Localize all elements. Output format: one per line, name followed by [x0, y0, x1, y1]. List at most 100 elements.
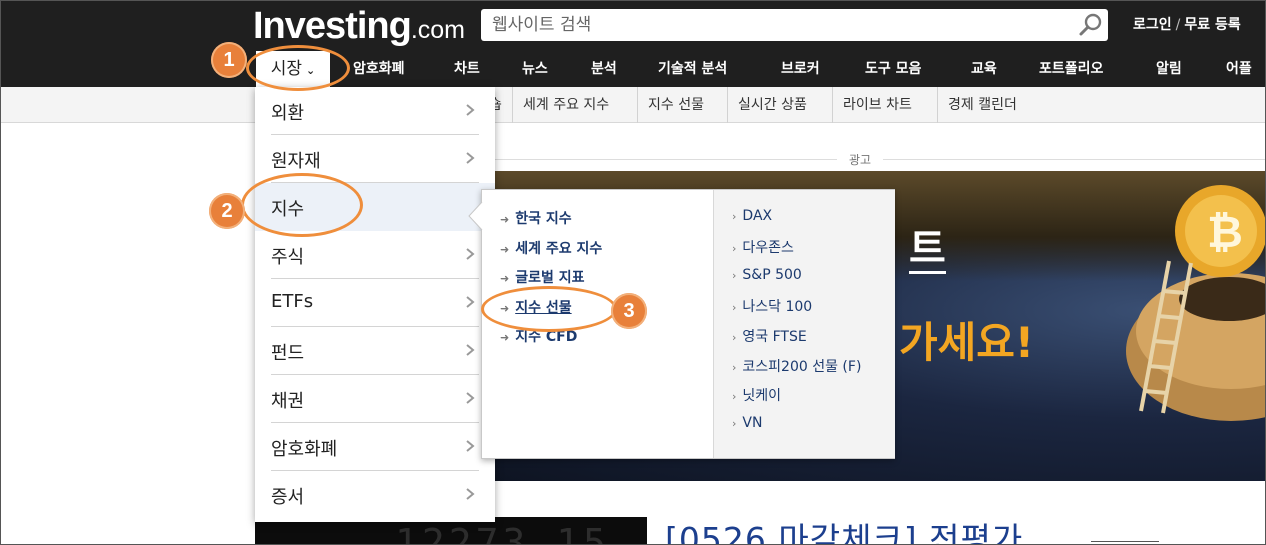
- market-dropdown: 외환 원자재 지수 주식 ETFs 펀드 채권 암호화폐 증서: [255, 87, 495, 522]
- chevron-right-icon: [463, 486, 477, 502]
- flyout-item-world-indices[interactable]: ➜ 세계 주요 지수: [500, 238, 602, 258]
- search-box: [481, 9, 1108, 41]
- svg-text:₿: ₿: [1207, 207, 1243, 258]
- search-icon[interactable]: [1078, 12, 1104, 38]
- logo-tld: .com: [410, 16, 465, 44]
- index-link-label: 다우존스: [742, 240, 794, 256]
- bitcoin-vault-illustration: ₿: [1111, 181, 1265, 431]
- annotation-badge-2: 2: [209, 193, 245, 229]
- site-header: Investing.com 로그인/무료 등록 시장⌄ 암호화폐 차트 뉴스 분…: [1, 1, 1265, 87]
- market-item-crypto[interactable]: 암호화폐: [271, 423, 479, 471]
- market-item-forex[interactable]: 외환: [271, 87, 479, 135]
- sub-nav-world-indices[interactable]: 세계 주요 지수: [512, 87, 619, 123]
- index-link-nikkei[interactable]: › 닛케이: [732, 385, 781, 405]
- chevron-right-icon: ›: [732, 361, 737, 374]
- nav-news[interactable]: 뉴스: [522, 51, 548, 87]
- index-link-label: 영국 FTSE: [742, 329, 807, 345]
- investing-logo[interactable]: Investing.com: [253, 5, 465, 48]
- market-item-certificates[interactable]: 증서: [271, 471, 479, 519]
- index-link-dow-jones[interactable]: › 다우존스: [732, 237, 794, 257]
- signup-link[interactable]: 무료 등록: [1184, 17, 1240, 33]
- nav-apps[interactable]: 어플: [1226, 51, 1252, 87]
- banner-cta: 가세요!: [899, 318, 1035, 367]
- chevron-right-icon: [463, 294, 477, 310]
- market-item-bonds[interactable]: 채권: [271, 375, 479, 423]
- main-nav: 시장 ⌄ 암호화폐 차트 뉴스 분석 기술적 분석 브로커 도구 모음 교육 포트…: [1, 51, 1265, 87]
- index-link-sp500[interactable]: › S&P 500: [732, 267, 802, 283]
- chevron-right-icon: [463, 102, 477, 118]
- nav-crypto[interactable]: 암호화폐: [353, 51, 405, 87]
- flyout-popular-indices: › DAX › 다우존스 › S&P 500 › 나스닥 100 › 영국 FTSE › 코…: [713, 190, 895, 458]
- arrow-right-icon: ➜: [500, 331, 510, 344]
- index-link-label: S&P 500: [742, 267, 802, 283]
- nav-tools[interactable]: 도구 모음: [865, 51, 921, 87]
- banner-title: 트: [909, 226, 946, 274]
- index-link-dax[interactable]: › DAX: [732, 208, 772, 224]
- index-link-vn[interactable]: › VN: [732, 415, 762, 431]
- index-link-kospi200-futures[interactable]: › 코스피200 선물 (F): [732, 356, 861, 376]
- nav-charts[interactable]: 차트: [454, 51, 480, 87]
- sub-nav-live-charts[interactable]: 라이브 차트: [832, 87, 922, 123]
- market-item-stocks[interactable]: 주식: [271, 231, 479, 279]
- market-item-label: 펀드: [271, 343, 305, 364]
- annotation-badge-3: 3: [611, 293, 647, 329]
- nav-brokers[interactable]: 브로커: [781, 51, 820, 87]
- chevron-right-icon: ›: [732, 301, 737, 314]
- ad-label: 광고: [837, 151, 884, 168]
- chevron-right-icon: ›: [732, 210, 737, 223]
- chevron-right-icon: [463, 342, 477, 358]
- news-headline[interactable]: [0526 마감체크] 전평가: [665, 513, 1023, 544]
- sub-nav-economic-calendar[interactable]: 경제 캘린더: [937, 87, 1027, 123]
- flyout-item-label: 한국 지수: [515, 211, 572, 227]
- index-link-label: 나스닥 100: [742, 299, 813, 315]
- index-link-label: DAX: [742, 208, 773, 224]
- nav-portfolio[interactable]: 포트폴리오: [1039, 51, 1103, 87]
- logo-brand: Investing: [253, 5, 412, 47]
- headline-divider: [1091, 541, 1159, 542]
- chevron-right-icon: [463, 246, 477, 262]
- chevron-right-icon: [463, 150, 477, 166]
- nav-alerts[interactable]: 알림: [1156, 51, 1182, 87]
- login-link[interactable]: 로그인: [1133, 17, 1172, 33]
- sub-nav-live-commodities[interactable]: 실시간 상품: [727, 87, 817, 123]
- nav-technical[interactable]: 기술적 분석: [658, 51, 727, 87]
- index-link-nasdaq100[interactable]: › 나스닥 100: [732, 296, 812, 316]
- flyout-item-global-indicators[interactable]: ➜ 글로벌 지표: [500, 267, 585, 287]
- market-item-funds[interactable]: 펀드: [271, 327, 479, 375]
- flyout-item-label: 세계 주요 지수: [515, 241, 603, 257]
- auth-links: 로그인 / 무료 등록: [1133, 14, 1241, 34]
- market-item-label: 주식: [271, 247, 305, 268]
- chevron-right-icon: ›: [732, 242, 737, 255]
- market-item-label: ETFs: [271, 291, 314, 312]
- arrow-right-icon: ➜: [500, 272, 510, 285]
- chevron-right-icon: ›: [732, 269, 737, 282]
- market-item-etfs[interactable]: ETFs: [271, 279, 479, 327]
- search-input[interactable]: [481, 9, 1071, 41]
- nav-analysis[interactable]: 분석: [591, 51, 617, 87]
- index-link-label: VN: [742, 415, 763, 431]
- index-link-label: 코스피200 선물 (F): [742, 359, 862, 375]
- annotation-badge-1: 1: [211, 42, 247, 78]
- sub-nav-index-futures[interactable]: 지수 선물: [637, 87, 714, 123]
- market-item-label: 증서: [271, 487, 305, 508]
- market-item-label: 암호화폐: [271, 439, 338, 460]
- auth-separator: /: [1175, 17, 1181, 33]
- flyout-pointer: [467, 201, 495, 231]
- chevron-right-icon: ›: [732, 390, 737, 403]
- chevron-right-icon: ›: [732, 417, 737, 430]
- arrow-right-icon: ➜: [500, 243, 510, 256]
- chevron-right-icon: [463, 438, 477, 454]
- arrow-right-icon: ➜: [500, 213, 510, 226]
- flyout-item-label: 글로벌 지표: [515, 270, 585, 286]
- flyout-item-korea-indices[interactable]: ➜ 한국 지수: [500, 208, 572, 228]
- browser-viewport: Investing.com 로그인/무료 등록 시장⌄ 암호화폐 차트 뉴스 분…: [0, 0, 1266, 545]
- market-item-label: 원자재: [271, 151, 321, 172]
- index-link-ftse[interactable]: › 영국 FTSE: [732, 326, 807, 346]
- market-item-label: 외환: [271, 103, 305, 124]
- annotation-ring-2: [241, 173, 363, 237]
- annotation-ring-3: [481, 286, 617, 332]
- nav-education[interactable]: 교육: [971, 51, 997, 87]
- sub-nav: 숍 세계 주요 지수 지수 선물 실시간 상품 라이브 차트 경제 캘린더: [1, 87, 1265, 123]
- index-link-label: 닛케이: [742, 388, 782, 404]
- thumbnail-ticker: 12273.15: [395, 521, 611, 545]
